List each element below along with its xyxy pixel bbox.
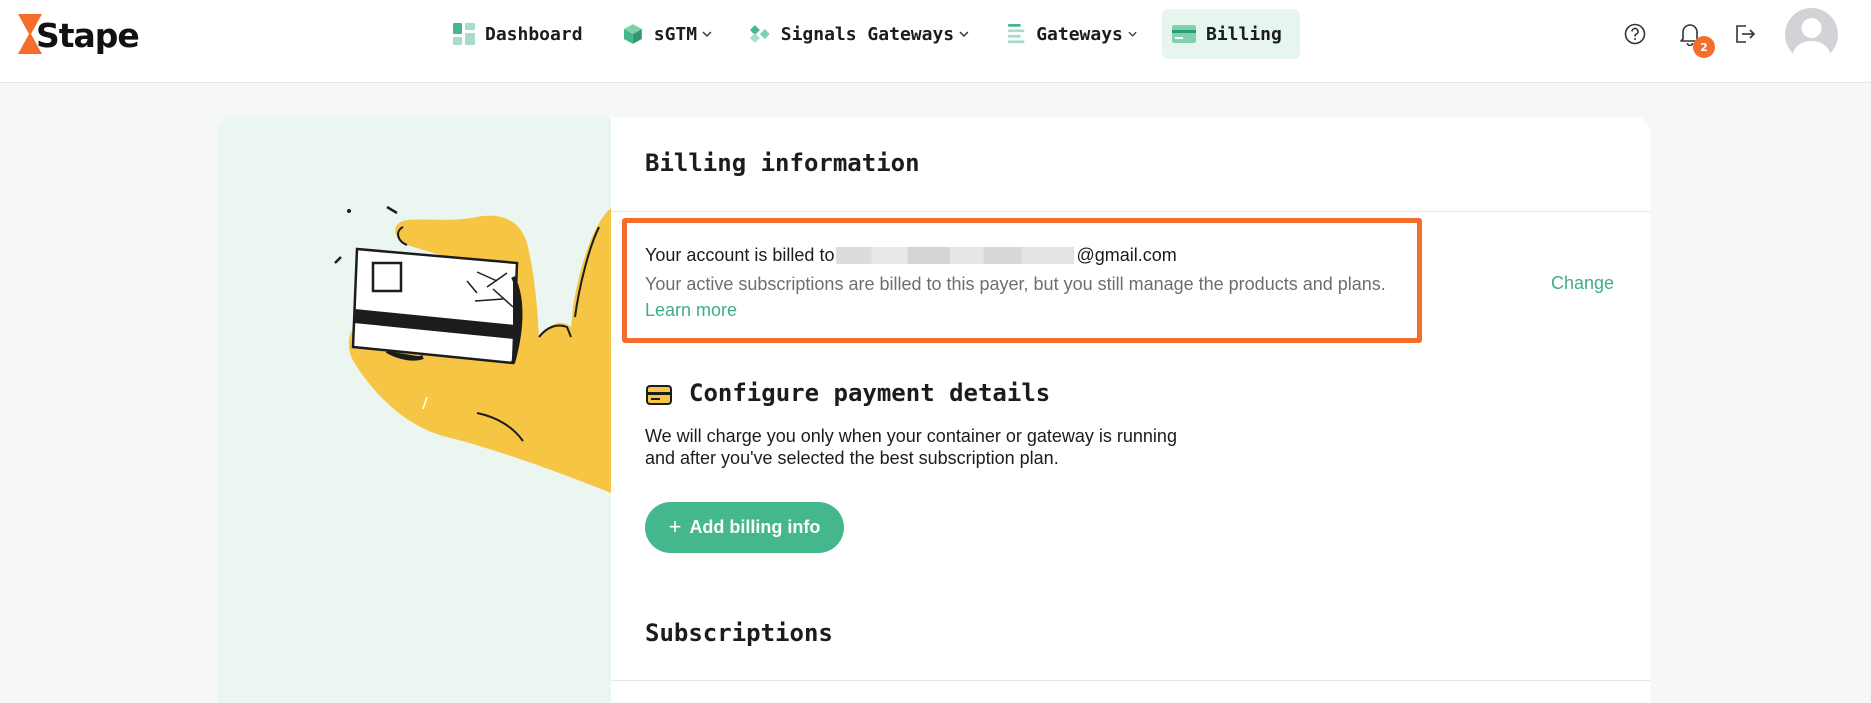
notification-count-badge: 2 (1693, 36, 1715, 58)
nav-billing-label: Billing (1206, 23, 1282, 45)
configure-payment-description-line1: We will charge you only when your contai… (645, 426, 1177, 446)
chevron-down-icon (959, 31, 969, 37)
billed-to-prefix: Your account is billed to (645, 245, 835, 265)
credit-card-icon (646, 385, 672, 405)
divider (611, 211, 1650, 212)
billed-to-description: Your active subscriptions are billed to … (645, 274, 1386, 294)
signals-icon (749, 25, 770, 43)
cube-icon (623, 24, 642, 44)
nav-gateways[interactable]: Gateways (998, 9, 1147, 59)
configure-payment-description-line2: and after you've selected the best subsc… (645, 448, 1059, 468)
add-billing-info-label: Add billing info (689, 517, 821, 537)
nav-dashboard[interactable]: Dashboard (443, 9, 593, 59)
logo-text: Stape (36, 16, 140, 55)
logout-button[interactable] (1729, 18, 1761, 50)
chevron-down-icon (702, 31, 712, 37)
billed-to-email-domain: @gmail.com (1076, 245, 1177, 265)
nav-sgtm[interactable]: sGTM (612, 9, 722, 59)
billing-card-icon (1172, 25, 1196, 43)
hand-holding-card-illustration (334, 205, 611, 493)
configure-payment-description: We will charge you only when your contai… (645, 425, 1205, 469)
help-icon (1624, 23, 1646, 45)
user-avatar-icon (1792, 18, 1831, 61)
subscriptions-title: Subscriptions (645, 619, 833, 647)
gateways-icon (1008, 23, 1025, 44)
nav-signals-gateways[interactable]: Signals Gateways (739, 9, 979, 59)
nav-sgtm-label: sGTM (653, 23, 698, 45)
illustration-panel (217, 117, 611, 703)
stape-logo[interactable]: Stape (18, 14, 140, 56)
redacted-email (836, 247, 1075, 264)
billing-main-panel: Billing information Your account is bill… (611, 117, 1650, 703)
top-navigation-bar: Stape Dashboard sGTM Signals Gateways Ga… (0, 0, 1871, 83)
change-payer-link[interactable]: Change (1551, 273, 1614, 294)
logout-icon (1736, 25, 1756, 43)
nav-signals-gateways-label: Signals Gateways (780, 23, 955, 45)
chevron-down-icon (1128, 31, 1137, 37)
billed-to-line: Your account is billed to @gmail.com (645, 245, 1177, 266)
billing-information-title: Billing information (645, 149, 920, 177)
nav-gateways-label: Gateways (1036, 23, 1123, 45)
plus-icon: + (668, 513, 682, 539)
nav-dashboard-label: Dashboard (485, 23, 583, 45)
learn-more-link[interactable]: Learn more (645, 300, 737, 321)
help-button[interactable] (1619, 18, 1651, 50)
configure-payment-title: Configure payment details (689, 379, 1051, 407)
add-billing-info-button[interactable]: + Add billing info (645, 502, 844, 553)
nav-billing[interactable]: Billing (1162, 9, 1300, 59)
divider (611, 680, 1650, 681)
avatar[interactable] (1785, 8, 1838, 61)
dashboard-icon (453, 23, 475, 45)
